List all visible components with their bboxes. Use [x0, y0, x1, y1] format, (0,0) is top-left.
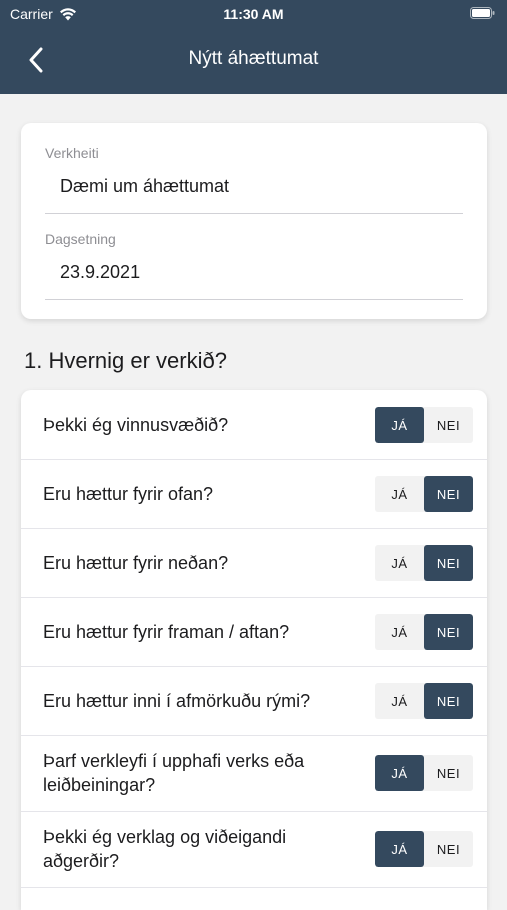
date-field: Dagsetning 23.9.2021	[45, 231, 463, 300]
question-text: Eru hættur fyrir neðan?	[43, 553, 229, 573]
questions-card: Þekki ég vinnusvæðið? JÁ NEI Eru hættur …	[21, 390, 487, 910]
yes-no-toggle: JÁ NEI	[375, 614, 473, 650]
no-option[interactable]: NEI	[424, 683, 473, 719]
question-row: Þekki ég verklag og viðeigandi aðgerðir?…	[21, 811, 487, 888]
section-title: 1. Hvernig er verkið?	[24, 348, 227, 373]
yes-no-toggle: JÁ NEI	[375, 831, 473, 867]
yes-option[interactable]: JÁ	[375, 683, 424, 719]
yes-option[interactable]: JÁ	[375, 614, 424, 650]
battery-icon	[470, 7, 495, 19]
status-bar: Carrier 11:30 AM	[0, 0, 507, 28]
no-option[interactable]: NEI	[424, 614, 473, 650]
project-name-input[interactable]: Dæmi um áhættumat	[45, 175, 463, 214]
no-option[interactable]: NEI	[424, 407, 473, 443]
yes-option[interactable]: JÁ	[375, 407, 424, 443]
question-text: Eru hættur fyrir framan / aftan?	[43, 622, 290, 642]
question-row: Eru hættur inni í afmörkuðu rými? JÁ NEI	[21, 666, 487, 736]
question-row: Þekki ég vinnusvæðið? JÁ NEI	[21, 390, 487, 460]
date-input[interactable]: 23.9.2021	[45, 261, 463, 300]
question-row: Eru hættur fyrir ofan? JÁ NEI	[21, 459, 487, 529]
question-text: Eru hættur inni í afmörkuðu rými?	[43, 691, 311, 711]
yes-option[interactable]: JÁ	[375, 755, 424, 791]
project-name-field: Verkheiti Dæmi um áhættumat	[45, 145, 463, 214]
date-label: Dagsetning	[45, 231, 116, 247]
question-text: Þarf verkleyfi í upphafi verks eða leiðb…	[43, 751, 305, 795]
question-row: Eru hættur fyrir neðan? JÁ NEI	[21, 528, 487, 598]
question-row: Eru hættur fyrir framan / aftan? JÁ NEI	[21, 597, 487, 667]
app-header: Carrier 11:30 AM Nýtt áhættumat	[0, 0, 507, 94]
yes-no-toggle: JÁ NEI	[375, 755, 473, 791]
nav-bar: Nýtt áhættumat	[0, 34, 507, 86]
no-option[interactable]: NEI	[424, 545, 473, 581]
project-info-card: Verkheiti Dæmi um áhættumat Dagsetning 2…	[21, 123, 487, 319]
status-time: 11:30 AM	[223, 6, 284, 22]
yes-no-toggle: JÁ NEI	[375, 407, 473, 443]
project-name-label: Verkheiti	[45, 145, 99, 161]
yes-option[interactable]: JÁ	[375, 545, 424, 581]
no-option[interactable]: NEI	[424, 831, 473, 867]
page-title: Nýtt áhættumat	[188, 48, 319, 69]
no-option[interactable]: NEI	[424, 755, 473, 791]
question-row: Þarf verkleyfi í upphafi verks eða leiðb…	[21, 735, 487, 812]
yes-option[interactable]: JÁ	[375, 831, 424, 867]
yes-option[interactable]: JÁ	[375, 476, 424, 512]
question-text: Þekki ég verklag og viðeigandi aðgerðir?	[43, 827, 287, 871]
yes-no-toggle: JÁ NEI	[375, 545, 473, 581]
question-text: Þekki ég vinnusvæðið?	[43, 415, 229, 435]
yes-no-toggle: JÁ NEI	[375, 476, 473, 512]
yes-no-toggle: JÁ NEI	[375, 683, 473, 719]
question-text: Eru hættur fyrir ofan?	[43, 484, 214, 504]
no-option[interactable]: NEI	[424, 476, 473, 512]
